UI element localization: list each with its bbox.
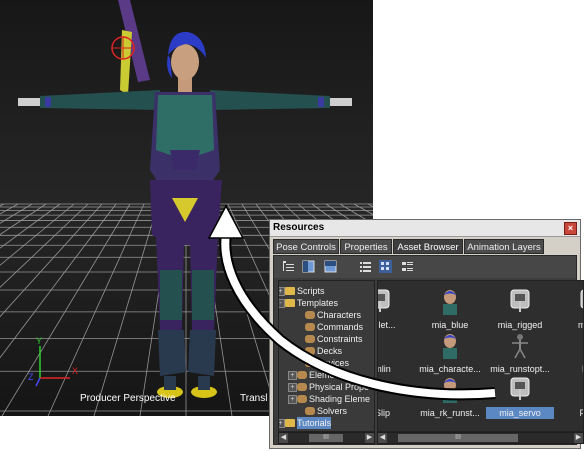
template-icon — [297, 395, 307, 403]
character-asset-icon — [443, 334, 457, 359]
list-view-icon[interactable] — [359, 260, 372, 273]
skeleton-asset-icon — [510, 289, 530, 312]
folder-icon — [285, 287, 295, 295]
tree-item-label: Elements — [309, 370, 347, 380]
axis-x-label: X — [72, 366, 78, 376]
tree-scroll-thumb[interactable]: III — [309, 434, 343, 442]
template-icon — [305, 407, 315, 415]
template-icon — [305, 359, 315, 367]
folder-icon — [285, 299, 295, 307]
expand-icon[interactable]: + — [288, 371, 297, 380]
grid-scrollbar[interactable]: ◀ III ▶ — [377, 432, 584, 444]
tree-item-label: Devices — [317, 358, 350, 368]
asset-tree[interactable]: + Scripts - Templates Characters Commands Cons… — [278, 280, 375, 432]
template-icon — [305, 335, 315, 343]
resources-panel: Resources × Pose Controls Properties Ass… — [269, 219, 584, 449]
tree-item-label: Physical Prope — [309, 382, 370, 392]
template-icon — [297, 383, 307, 391]
template-icon — [297, 371, 307, 379]
tab-properties[interactable]: Properties — [340, 239, 392, 254]
tree-item-label: Decks — [317, 346, 343, 356]
tree-item-label: Scripts — [297, 286, 325, 296]
resources-titlebar[interactable]: Resources × — [270, 220, 580, 237]
template-icon — [305, 323, 315, 331]
mode-label: Transl — [240, 393, 268, 404]
tree-item-label: Tutorials — [297, 417, 332, 429]
character-asset-icon — [443, 290, 457, 315]
tab-animation-layers[interactable]: Animation Layers — [464, 239, 544, 254]
document-asset-icon — [576, 375, 584, 403]
asset-browser-content: + Scripts - Templates Characters Commands Cons… — [273, 255, 584, 445]
tree-view-icon[interactable] — [282, 260, 295, 273]
tab-pose-controls[interactable]: Pose Controls — [273, 239, 339, 254]
blank-asset-icon — [576, 331, 584, 359]
tree-item-label: Solvers — [317, 406, 348, 416]
asset-browser-toolbar — [274, 256, 576, 278]
resources-title: Resources — [273, 222, 325, 233]
axis-y-label: Y — [36, 336, 42, 346]
expand-icon[interactable]: + — [288, 395, 297, 404]
asset-item[interactable]: eSlip — [377, 373, 414, 425]
folder-icon — [285, 419, 295, 427]
tree-item-label: Constraints — [317, 334, 363, 344]
close-icon[interactable]: × — [564, 222, 577, 235]
template-icon — [305, 347, 315, 355]
skeleton-asset-icon — [378, 289, 390, 312]
tree-scrollbar[interactable]: ◀ III ▶ — [278, 432, 375, 444]
expand-icon[interactable]: + — [279, 419, 285, 428]
grid-scroll-thumb[interactable]: III — [398, 434, 518, 442]
horizontal-split-icon[interactable] — [324, 260, 337, 273]
detail-view-icon[interactable] — [401, 260, 414, 273]
skeleton-asset-icon — [510, 377, 530, 400]
asset-grid[interactable]: skelet...mia_bluemia_riggedmia_semlinmia… — [377, 280, 584, 432]
skeleton-asset-icon — [580, 289, 583, 309]
split-view-icon[interactable] — [302, 260, 315, 273]
tree-item-label: Templates — [297, 298, 339, 308]
blank-asset-icon — [377, 331, 394, 359]
blank-asset-icon — [377, 375, 394, 403]
character-asset-icon — [443, 378, 457, 403]
figure-asset-icon — [512, 334, 528, 359]
expand-icon[interactable]: + — [279, 287, 285, 296]
scroll-left-icon[interactable]: ◀ — [279, 433, 288, 443]
scroll-right-icon[interactable]: ▶ — [365, 433, 374, 443]
expand-icon[interactable]: + — [288, 383, 297, 392]
resources-tabs: Pose Controls Properties Asset Browser A… — [273, 239, 577, 255]
asset-item[interactable]: Pepe — [556, 373, 584, 425]
asset-name: mia_servo — [486, 407, 554, 419]
camera-label: Producer Perspective — [80, 393, 176, 404]
collapse-icon[interactable]: - — [279, 299, 285, 308]
scroll-left-icon[interactable]: ◀ — [378, 433, 387, 443]
tree-item-label: Shading Eleme — [309, 394, 371, 404]
tab-asset-browser[interactable]: Asset Browser — [393, 239, 463, 254]
asset-name: mia_rk_runst... — [420, 408, 480, 418]
scroll-right-icon[interactable]: ▶ — [574, 433, 583, 443]
tree-item-label: Characters — [317, 310, 362, 320]
asset-name: Pepe — [556, 407, 583, 419]
asset-item[interactable]: mia_servo — [486, 373, 554, 425]
template-icon — [305, 311, 315, 319]
asset-item[interactable]: mia_rk_runst... — [416, 373, 484, 425]
tree-item-label: Commands — [317, 322, 364, 332]
thumbnail-view-icon[interactable] — [379, 260, 392, 273]
axis-z-label: Z — [28, 372, 34, 382]
asset-name: eSlip — [378, 408, 390, 418]
